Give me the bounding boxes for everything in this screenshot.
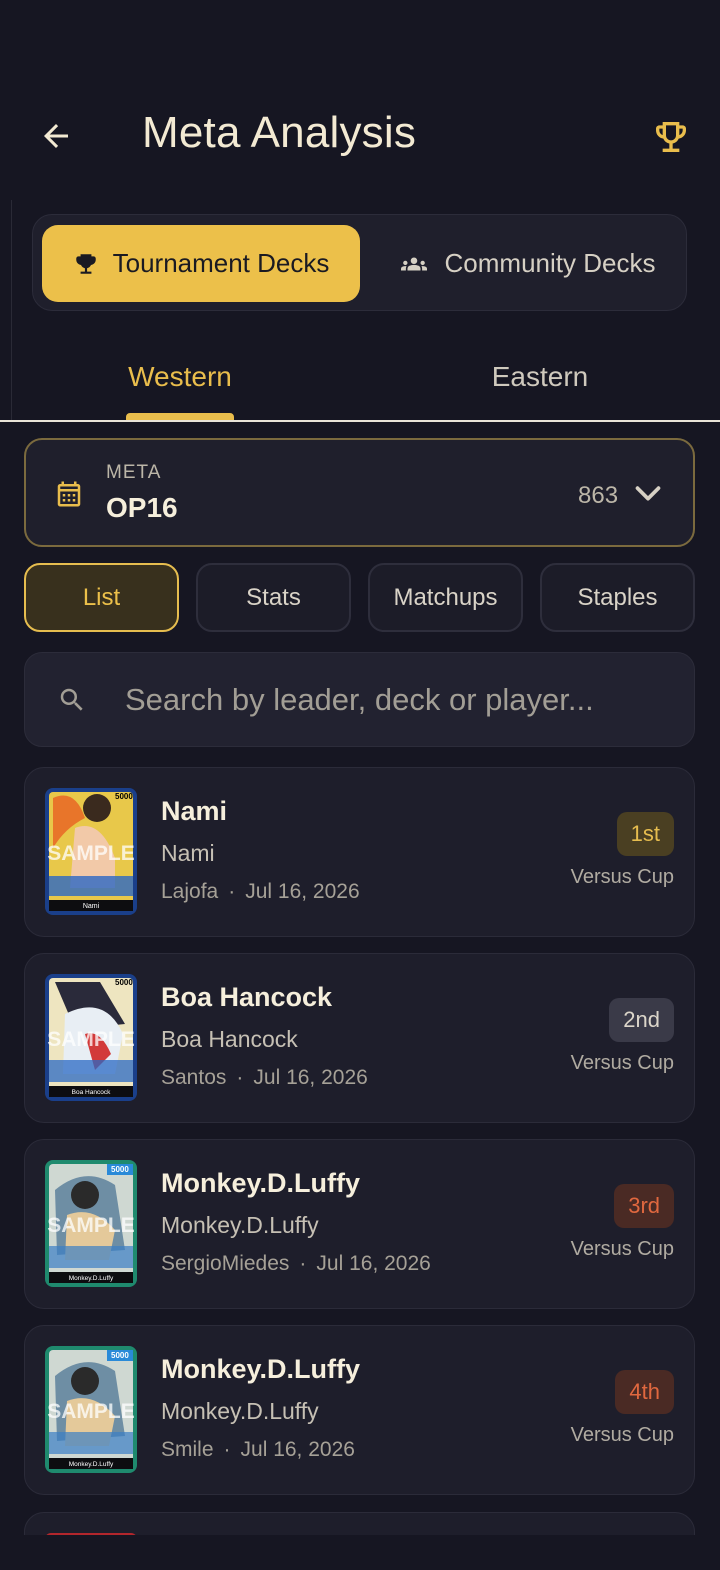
- search-bar: [24, 652, 695, 747]
- search-input[interactable]: [125, 673, 675, 727]
- meta-caption: META: [106, 462, 162, 483]
- trophy-icon: [75, 253, 96, 274]
- deck-card[interactable]: Monkey.D.Luffy 5000 SAMPLE Monkey.D.Luff…: [24, 1325, 695, 1495]
- deck-name: Boa Hancock: [161, 982, 333, 1012]
- event-name: Versus Cup: [570, 1238, 674, 1260]
- svg-text:SAMPLE: SAMPLE: [47, 1028, 135, 1051]
- back-button[interactable]: [30, 110, 82, 162]
- deck-count: 863: [578, 482, 619, 509]
- deck-card[interactable]: Monkey.D.Luffy 5000 SAMPLE Monkey.D.Luff…: [24, 1139, 695, 1309]
- svg-text:5000: 5000: [115, 978, 133, 987]
- event-name: Versus Cup: [570, 866, 674, 888]
- leader-card-image: Monkey.D.Luffy 5000 SAMPLE: [45, 1346, 137, 1473]
- meta-selector[interactable]: META OP16 863: [24, 438, 695, 547]
- deck-name: Monkey.D.Luffy: [161, 1168, 361, 1198]
- meta-value: OP16: [106, 492, 178, 523]
- tab-staples[interactable]: Staples: [540, 563, 695, 632]
- tournament-decks-button[interactable]: Tournament Decks: [42, 225, 360, 302]
- deck-leader: Boa Hancock: [161, 1026, 298, 1052]
- deck-date: Jul 16, 2026: [253, 1066, 368, 1089]
- page-title: Meta Analysis: [142, 108, 417, 157]
- tab-stats[interactable]: Stats: [196, 563, 351, 632]
- placement-badge: 3rd: [614, 1184, 674, 1228]
- trophy-button[interactable]: [646, 112, 696, 162]
- bottom-edge: [0, 1535, 720, 1570]
- deck-meta: Santos · Jul 16, 2026: [161, 1066, 368, 1089]
- chevron-down-icon: [635, 486, 661, 501]
- svg-text:5000: 5000: [111, 1165, 129, 1174]
- arrow-left-icon: [44, 124, 68, 148]
- drawer-edge: [0, 200, 12, 420]
- svg-text:Monkey.D.Luffy: Monkey.D.Luffy: [69, 1461, 114, 1468]
- svg-text:SAMPLE: SAMPLE: [47, 1400, 135, 1423]
- deck-leader: Nami: [161, 840, 215, 866]
- player-name: Santos: [161, 1066, 227, 1089]
- deck-card[interactable]: Nami 5000 SAMPLE Nami Nami Lajofa · Jul 16…: [24, 767, 695, 937]
- deck-meta: SergioMiedes · Jul 16, 2026: [161, 1252, 431, 1275]
- placement-badge: 1st: [616, 812, 674, 856]
- deck-leader: Monkey.D.Luffy: [161, 1212, 319, 1238]
- tournament-decks-label: Tournament Decks: [112, 248, 330, 278]
- group-icon: [400, 257, 427, 270]
- placement-badge: 4th: [615, 1370, 674, 1414]
- event-name: Versus Cup: [570, 1052, 674, 1074]
- svg-text:5000: 5000: [115, 792, 133, 801]
- search-icon: [60, 688, 83, 711]
- community-decks-button[interactable]: Community Decks: [373, 225, 679, 302]
- deck-date: Jul 16, 2026: [245, 880, 360, 903]
- deck-card[interactable]: Boa Hancock 5000 SAMPLE Boa Hancock Boa …: [24, 953, 695, 1123]
- player-name: Lajofa: [161, 880, 219, 903]
- deck-source-toggle: Tournament Decks Community Decks: [32, 214, 687, 311]
- event-name: Versus Cup: [570, 1424, 674, 1446]
- player-name: SergioMiedes: [161, 1252, 290, 1275]
- leader-card-image: Nami 5000 SAMPLE: [45, 788, 137, 915]
- svg-text:5000: 5000: [111, 1351, 129, 1360]
- deck-name: Nami: [161, 796, 228, 826]
- deck-leader: Monkey.D.Luffy: [161, 1398, 319, 1424]
- tab-matchups[interactable]: Matchups: [368, 563, 523, 632]
- tab-divider: [0, 420, 720, 422]
- svg-text:Monkey.D.Luffy: Monkey.D.Luffy: [69, 1275, 114, 1282]
- svg-text:SAMPLE: SAMPLE: [47, 842, 135, 865]
- svg-text:Boa Hancock: Boa Hancock: [72, 1089, 111, 1096]
- deck-date: Jul 16, 2026: [240, 1438, 355, 1461]
- leader-card-image: Boa Hancock 5000 SAMPLE: [45, 974, 137, 1101]
- svg-text:Nami: Nami: [83, 903, 100, 910]
- tab-western[interactable]: Western: [90, 352, 270, 402]
- trophy-icon: [656, 122, 686, 152]
- deck-meta: Lajofa · Jul 16, 2026: [161, 880, 360, 903]
- tab-list[interactable]: List: [24, 563, 179, 632]
- app-header: Meta Analysis: [0, 0, 720, 200]
- leader-card-image: Monkey.D.Luffy 5000 SAMPLE: [45, 1160, 137, 1287]
- tab-eastern[interactable]: Eastern: [450, 352, 630, 402]
- community-decks-label: Community Decks: [444, 248, 656, 278]
- svg-text:SAMPLE: SAMPLE: [47, 1214, 135, 1237]
- deck-name: Monkey.D.Luffy: [161, 1354, 361, 1384]
- deck-meta: Smile · Jul 16, 2026: [161, 1438, 355, 1461]
- deck-date: Jul 16, 2026: [316, 1252, 431, 1275]
- calendar-icon: [57, 481, 81, 507]
- player-name: Smile: [161, 1438, 214, 1461]
- placement-badge: 2nd: [609, 998, 674, 1042]
